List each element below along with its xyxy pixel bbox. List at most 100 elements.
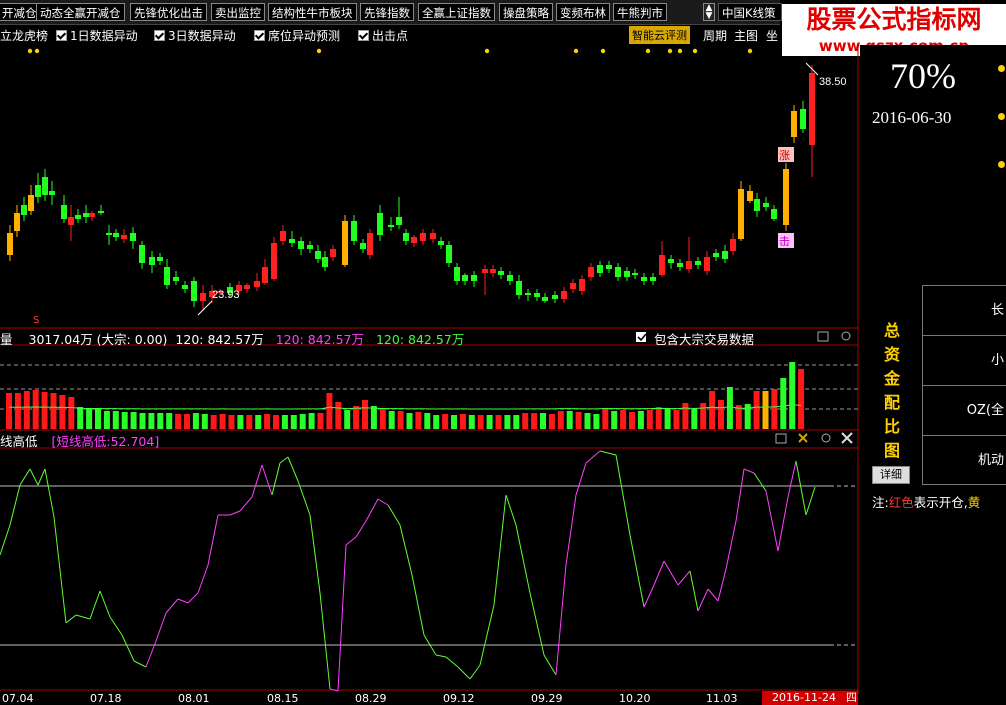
volume-bar [112,411,119,429]
candle-body [360,243,366,249]
toolbar-button-7[interactable]: 全赢上证指数 [418,3,495,21]
weekday-badge: 四 [846,691,858,705]
oscillator-segment [99,590,111,618]
volume-bar [548,414,555,429]
oscillator-segment [319,592,331,690]
oscillator-segment [0,524,11,556]
candle-body [113,233,119,237]
volume-bar [264,414,271,429]
oscillator-segment [337,544,347,692]
checkbox-icon [154,30,165,41]
toolbar-button-9[interactable]: 变频布林 [556,3,610,21]
window-icon[interactable] [817,331,829,342]
oscillator-segment [707,588,719,602]
toolbar-button-3[interactable]: 先锋优化出击 [130,3,207,21]
volume-bar [59,395,66,429]
oscillator-segment [133,660,147,668]
candle-body [791,111,797,137]
volume-bar [228,415,235,429]
vertical-title-char: 配 [883,393,900,412]
candle-body [75,215,81,219]
dragon-tiger-label: 立龙虎榜 [0,29,49,43]
candle-body [763,203,769,207]
coord-button[interactable]: 坐 [766,27,778,44]
volume-bar [103,411,110,429]
checkbox-icon [254,30,265,41]
check-seat[interactable]: 席位异动预测 [254,27,340,44]
candle-body [280,231,286,241]
zoom-icon[interactable] [821,433,831,443]
oscillator-segment [345,536,357,546]
oscillator-segment [355,520,367,538]
chart-area: 38.50 23.93 S 涨 击 [0,45,859,693]
rise-marker-text: 涨 [779,149,790,162]
volume-bar [121,412,128,429]
toolbar-button-5[interactable]: 结构性牛市板块 [268,3,357,21]
volume-bar [379,409,386,429]
vertical-title-char: 金 [883,369,900,388]
toolbar-button-10[interactable]: 牛熊判市 [613,3,667,21]
oscillator-segment [615,454,631,536]
oscillator-header: 线高低 [短线高低:52.704] [0,431,159,450]
oscillator-segment [663,560,679,586]
candle-body [438,241,444,245]
candle-body [686,261,692,269]
volume-bar [540,413,546,429]
oscillator-segment [411,574,425,636]
close-icon[interactable] [841,432,853,444]
oscillator-value: [短线高低:52.704] [51,434,160,449]
oscillator-segment [207,514,219,566]
check-3day[interactable]: 3日数据异动 [154,27,236,44]
volume-bar [290,415,297,429]
oscillator-segment [795,460,807,516]
toolbar-button-1[interactable]: 开减仓 [0,3,41,21]
oscillator-segment [743,468,755,474]
fund-allocation-panel: 70% 2016-06-30 总 资 金 配 比 图 长 小 OZ(全 机动 详… [860,45,1006,705]
oscillator-segment [75,614,91,620]
date-tick: 07.18 [90,692,122,705]
current-date-badge: 2016-11-24 [762,691,846,705]
pin-icon[interactable] [798,433,808,443]
volume-bar [789,362,796,429]
event-markers [27,48,753,54]
volume-bar [593,414,600,429]
volume-bar [442,414,449,429]
candle-body [411,237,417,243]
check-1day[interactable]: 1日数据异动 [56,27,138,44]
volume-value: 3017.04万 (大宗: 0.00) [28,332,168,347]
oscillator-segment [643,584,655,608]
main-chart-button[interactable]: 主图 [734,27,758,44]
volume-bar [522,413,529,429]
volume-bar [584,413,591,429]
strategy-dropdown[interactable]: 中国K线策 [718,3,782,21]
volume-bar [433,415,440,429]
oscillator-segment [37,468,46,486]
volume-bar [23,391,30,429]
smart-cloud-button[interactable]: 智能云评测 [629,26,690,44]
candle-body [289,239,295,243]
detail-button[interactable]: 详细 [872,466,910,484]
toolbar-button-4[interactable]: 卖出监控 [211,3,265,21]
volume-bars [6,362,805,429]
toolbar-scroll-button[interactable]: ▲ ▼ [703,3,715,21]
oscillator-segment [399,524,413,576]
date-tick: 09.12 [443,692,475,705]
zoom-icon[interactable] [841,331,851,341]
candle-body [68,217,74,225]
oscillator-segment [53,516,67,624]
volume-ma-line [9,404,802,410]
toolbar-button-8[interactable]: 操盘策略 [499,3,553,21]
candle-body [149,257,155,265]
toolbar-button-2[interactable]: 动态全赢开减仓 [36,3,125,21]
cycle-button[interactable]: 周期 [703,27,727,44]
include-block-label: 包含大宗交易数据 [654,332,755,347]
oscillator-segment [717,568,727,602]
check-strike[interactable]: 出击点 [358,27,408,44]
volume-bar [762,391,769,429]
toolbar-button-6[interactable]: 先锋指数 [360,3,414,21]
volume-bar [486,415,493,429]
candle-body [659,255,665,275]
window-icon[interactable] [775,433,787,444]
oscillator-segment [279,456,289,464]
volume-bar [424,413,431,429]
